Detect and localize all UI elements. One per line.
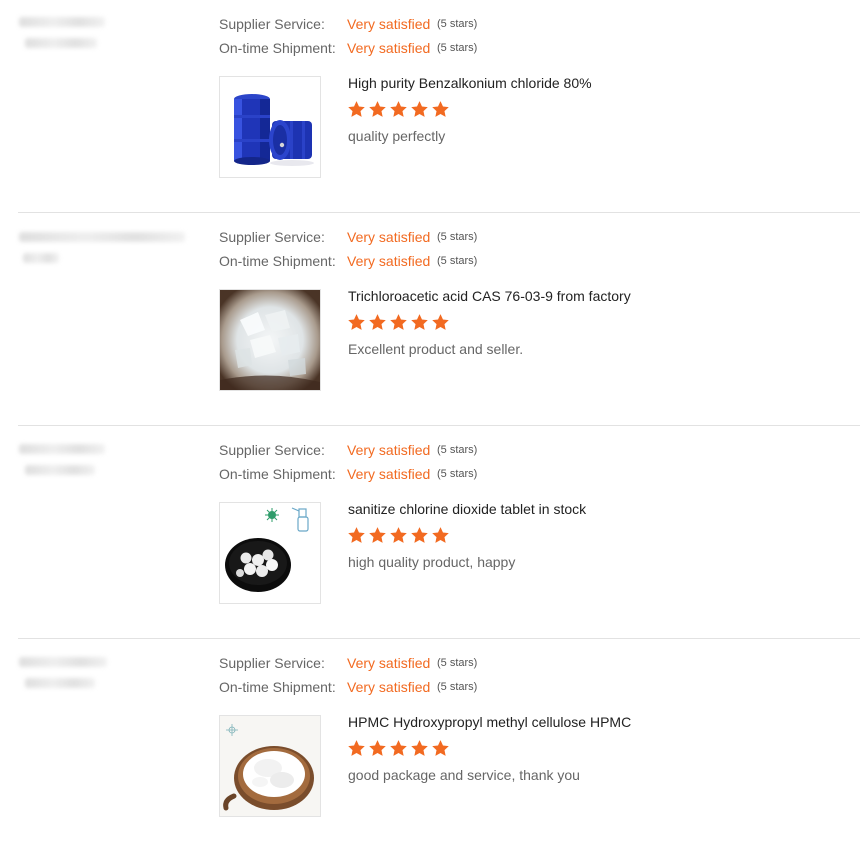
ontime-shipment-stars: (5 stars) [437,681,478,693]
product-image-tablets[interactable] [219,502,321,604]
ontime-shipment-label: On-time Shipment: [219,466,336,482]
buyer-name-blurred [17,14,187,54]
star-icon [390,314,407,330]
star-icon [369,101,386,117]
supplier-service-value: Very satisfied [347,16,431,32]
star-icon [390,101,407,117]
supplier-service-label: Supplier Service: [219,655,325,671]
ontime-shipment-label: On-time Shipment: [219,40,336,56]
supplier-service-label: Supplier Service: [219,16,325,32]
product-title[interactable]: sanitize chlorine dioxide tablet in stoc… [348,500,586,518]
ontime-shipment-stars: (5 stars) [437,255,478,267]
supplier-service-stars: (5 stars) [437,18,478,30]
supplier-service-value: Very satisfied [347,442,431,458]
review-comment: Excellent product and seller. [348,341,524,357]
review-comment: good package and service, thank you [348,767,580,783]
product-image-powder-bowl[interactable] [219,715,321,817]
buyer-name-blurred [17,653,187,693]
review-star-rating [347,526,450,546]
star-icon [390,527,407,543]
star-icon [432,314,449,330]
ontime-shipment-stars: (5 stars) [437,468,478,480]
star-icon [369,740,386,756]
star-icon [348,314,365,330]
star-icon [369,314,386,330]
star-icon [432,740,449,756]
product-title[interactable]: Trichloroacetic acid CAS 76-03-9 from fa… [348,287,631,305]
buyer-name-blurred [17,440,187,480]
supplier-service-label: Supplier Service: [219,229,325,245]
review-star-rating [347,100,450,120]
star-icon [432,527,449,543]
supplier-service-value: Very satisfied [347,655,431,671]
star-icon [348,101,365,117]
ontime-shipment-value: Very satisfied [347,679,431,695]
ontime-shipment-label: On-time Shipment: [219,253,336,269]
star-icon [348,527,365,543]
ontime-shipment-value: Very satisfied [347,40,431,56]
product-image-blue-barrels[interactable] [219,76,321,178]
ontime-shipment-value: Very satisfied [347,253,431,269]
star-icon [432,101,449,117]
product-title[interactable]: High purity Benzalkonium chloride 80% [348,74,592,92]
supplier-service-stars: (5 stars) [437,231,478,243]
star-icon [411,314,428,330]
review-star-rating [347,739,450,759]
review-item: Supplier Service: Very satisfied (5 star… [0,639,860,843]
product-image-crystals[interactable] [219,289,321,391]
star-icon [411,101,428,117]
supplier-service-stars: (5 stars) [437,444,478,456]
star-icon [369,527,386,543]
star-icon [411,740,428,756]
star-icon [411,527,428,543]
ontime-shipment-value: Very satisfied [347,466,431,482]
supplier-service-label: Supplier Service: [219,442,325,458]
supplier-service-value: Very satisfied [347,229,431,245]
star-icon [390,740,407,756]
product-title[interactable]: HPMC Hydroxypropyl methyl cellulose HPMC [348,713,631,731]
ontime-shipment-stars: (5 stars) [437,42,478,54]
review-star-rating [347,313,450,333]
review-item: Supplier Service: Very satisfied (5 star… [0,213,860,426]
review-comment: high quality product, happy [348,554,516,570]
ontime-shipment-label: On-time Shipment: [219,679,336,695]
star-icon [348,740,365,756]
supplier-service-stars: (5 stars) [437,657,478,669]
review-item: Supplier Service: Very satisfied (5 star… [0,0,860,213]
buyer-name-blurred [17,227,187,267]
review-item: Supplier Service: Very satisfied (5 star… [0,426,860,639]
review-comment: quality perfectly [348,128,446,144]
